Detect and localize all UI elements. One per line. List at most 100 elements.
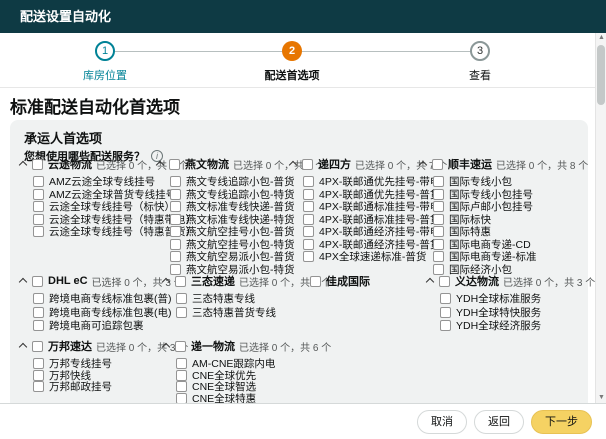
step-1-label: 库房位置	[83, 67, 127, 83]
service-checkbox[interactable]	[170, 189, 181, 200]
service-checkbox[interactable]	[440, 307, 451, 318]
service-checkbox[interactable]	[33, 293, 44, 304]
service-checkbox[interactable]	[303, 201, 314, 212]
service-checkbox[interactable]	[433, 251, 444, 262]
carrier-group-name: 云途物流	[48, 156, 92, 172]
service-checkbox[interactable]	[303, 189, 314, 200]
step-1-circle[interactable]: 1	[95, 41, 115, 61]
carrier-preferences-panel: 承运人首选项 您想使用哪些配送服务？ i 云途物流 已选择 0 个，共 5 个 …	[10, 120, 588, 403]
carrier-service-option[interactable]: 跨境电商可追踪包裹	[33, 318, 144, 333]
service-checkbox[interactable]	[440, 320, 451, 331]
service-checkbox[interactable]	[33, 307, 44, 318]
service-checkbox[interactable]	[170, 226, 181, 237]
vertical-scrollbar[interactable]: ▲ ▼	[595, 33, 606, 403]
service-checkbox[interactable]	[303, 226, 314, 237]
carrier-group-name: 顺丰速运	[448, 156, 492, 172]
carrier-group-name: DHL eC	[48, 275, 88, 287]
service-checkbox[interactable]	[33, 176, 44, 187]
carrier-service-option[interactable]: 万邦邮政挂号	[33, 379, 112, 394]
modal-footer: 取消 返回 下一步	[0, 403, 606, 439]
carrier-service-option[interactable]: YDH全球经济服务	[440, 318, 541, 333]
service-checkbox[interactable]	[303, 214, 314, 225]
service-checkbox[interactable]	[176, 293, 187, 304]
carrier-group-header: DHL eC 已选择 0 个，共 3 个	[20, 274, 184, 288]
service-checkbox[interactable]	[433, 201, 444, 212]
carrier-group-header: 顺丰速运 已选择 0 个，共 8 个	[420, 157, 588, 171]
carrier-group-count: 已选择 0 个，共 8 个	[496, 157, 588, 172]
shipping-automation-modal: 配送设置自动化 1 库房位置 2 配送首选项 3 查看 标准配送自动化首选项 承…	[0, 0, 606, 439]
carrier-group-checkbox[interactable]	[32, 276, 43, 287]
collapse-chevron-icon[interactable]	[426, 278, 434, 286]
carrier-group-checkbox[interactable]	[310, 276, 321, 287]
panel-title: 承运人首选项	[24, 128, 102, 147]
collapse-chevron-icon[interactable]	[289, 161, 297, 169]
service-checkbox[interactable]	[433, 239, 444, 250]
carrier-group: 三态速递 已选择 0 个，共 2 个 三态特惠专线 三态特惠普货专线	[163, 274, 331, 292]
carrier-group-name: 佳成国际	[326, 273, 370, 289]
service-checkbox[interactable]	[433, 226, 444, 237]
wizard-stepper: 1 库房位置 2 配送首选项 3 查看	[0, 33, 595, 88]
service-checkbox[interactable]	[33, 226, 44, 237]
carrier-group-name: 递一物流	[191, 338, 235, 354]
service-checkbox[interactable]	[33, 201, 44, 212]
next-button[interactable]: 下一步	[531, 410, 592, 434]
carrier-group-checkbox[interactable]	[432, 159, 443, 170]
service-checkbox[interactable]	[170, 214, 181, 225]
scrollbar-thumb[interactable]	[597, 45, 605, 105]
service-checkbox[interactable]	[303, 176, 314, 187]
service-checkbox[interactable]	[303, 239, 314, 250]
carrier-group-name: 万邦速达	[48, 338, 92, 354]
collapse-chevron-icon[interactable]	[19, 343, 27, 351]
carrier-group-checkbox[interactable]	[302, 159, 313, 170]
service-checkbox[interactable]	[170, 239, 181, 250]
back-button[interactable]: 返回	[474, 410, 524, 434]
carrier-group-name: 递四方	[318, 156, 351, 172]
service-label: 万邦邮政挂号	[49, 379, 112, 394]
service-checkbox[interactable]	[33, 320, 44, 331]
carrier-group: DHL eC 已选择 0 个，共 3 个 跨境电商专线标准包裹(普) 跨境电商专…	[20, 274, 184, 292]
step-3-label: 查看	[469, 67, 491, 83]
service-checkbox[interactable]	[176, 307, 187, 318]
step-2-circle[interactable]: 2	[282, 41, 302, 61]
carrier-group-checkbox[interactable]	[175, 276, 186, 287]
collapse-chevron-icon[interactable]	[162, 343, 170, 351]
collapse-chevron-icon[interactable]	[19, 278, 27, 286]
collapse-chevron-icon[interactable]	[19, 161, 27, 169]
service-label: 跨境电商可追踪包裹	[49, 318, 144, 333]
service-checkbox[interactable]	[433, 176, 444, 187]
service-checkbox[interactable]	[33, 381, 44, 392]
footer-buttons: 取消 返回 下一步	[417, 410, 592, 434]
service-checkbox[interactable]	[433, 189, 444, 200]
carrier-group-checkbox[interactable]	[169, 159, 180, 170]
carrier-group-checkbox[interactable]	[439, 276, 450, 287]
service-checkbox[interactable]	[170, 176, 181, 187]
carrier-service-option[interactable]: 4PX全球速递标准-普货	[303, 249, 426, 264]
carrier-group-header: 义达物流 已选择 0 个，共 3 个	[427, 274, 595, 288]
carrier-group: 顺丰速运 已选择 0 个，共 8 个 国际专线小包 国际专线小包挂号 国际卢邮小…	[420, 157, 588, 175]
modal-header: 配送设置自动化	[0, 0, 606, 33]
carrier-group-checkbox[interactable]	[175, 341, 186, 352]
service-checkbox[interactable]	[170, 201, 181, 212]
service-checkbox[interactable]	[433, 214, 444, 225]
service-checkbox[interactable]	[170, 251, 181, 262]
service-checkbox[interactable]	[433, 264, 444, 275]
service-checkbox[interactable]	[33, 189, 44, 200]
cancel-button[interactable]: 取消	[417, 410, 467, 434]
step-3-circle[interactable]: 3	[470, 41, 490, 61]
carrier-group-checkbox[interactable]	[32, 159, 43, 170]
collapse-chevron-icon[interactable]	[419, 161, 427, 169]
scrollbar-up-arrow-icon[interactable]: ▲	[596, 33, 606, 43]
service-checkbox[interactable]	[33, 214, 44, 225]
carrier-group-checkbox[interactable]	[32, 341, 43, 352]
carrier-group-count: 已选择 0 个，共 3 个	[503, 274, 595, 289]
service-checkbox[interactable]	[303, 251, 314, 262]
carrier-service-option[interactable]: 三态特惠普货专线	[176, 305, 276, 320]
service-label: 三态特惠普货专线	[192, 305, 276, 320]
service-checkbox[interactable]	[440, 293, 451, 304]
carrier-group-name: 义达物流	[455, 273, 499, 289]
collapse-chevron-icon[interactable]	[162, 278, 170, 286]
collapse-chevron-icon[interactable]	[156, 161, 164, 169]
service-label: 4PX全球速递标准-普货	[319, 249, 426, 264]
scrollbar-down-arrow-icon[interactable]: ▼	[596, 393, 606, 403]
carrier-group: 义达物流 已选择 0 个，共 3 个 YDH全球标准服务 YDH全球特快服务 Y…	[427, 274, 595, 292]
